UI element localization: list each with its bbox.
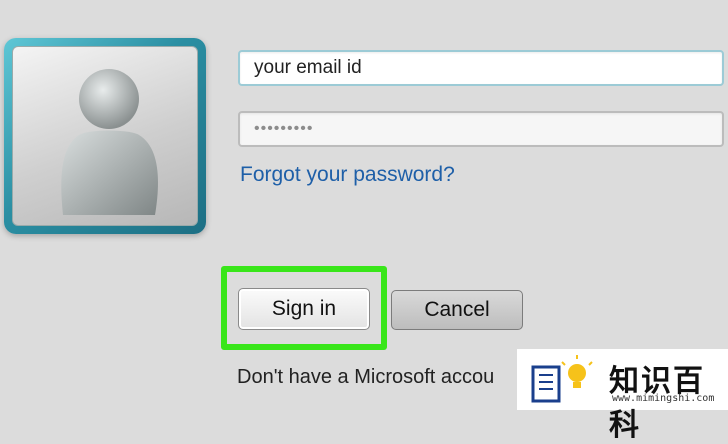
watermark: 知识百科 www.mimingshi.com <box>517 349 728 443</box>
email-field[interactable] <box>238 50 724 86</box>
user-avatar <box>4 38 206 234</box>
user-silhouette-icon <box>61 69 158 215</box>
avatar-tile <box>12 46 198 226</box>
forgot-password-link[interactable]: Forgot your password? <box>240 163 455 187</box>
book-lightbulb-icon <box>531 355 593 403</box>
cancel-button[interactable]: Cancel <box>391 290 523 330</box>
no-account-text: Don't have a Microsoft accou <box>237 366 495 388</box>
watermark-url: www.mimingshi.com <box>612 393 715 404</box>
signin-button[interactable]: Sign in <box>238 288 370 330</box>
password-field[interactable] <box>238 111 724 147</box>
